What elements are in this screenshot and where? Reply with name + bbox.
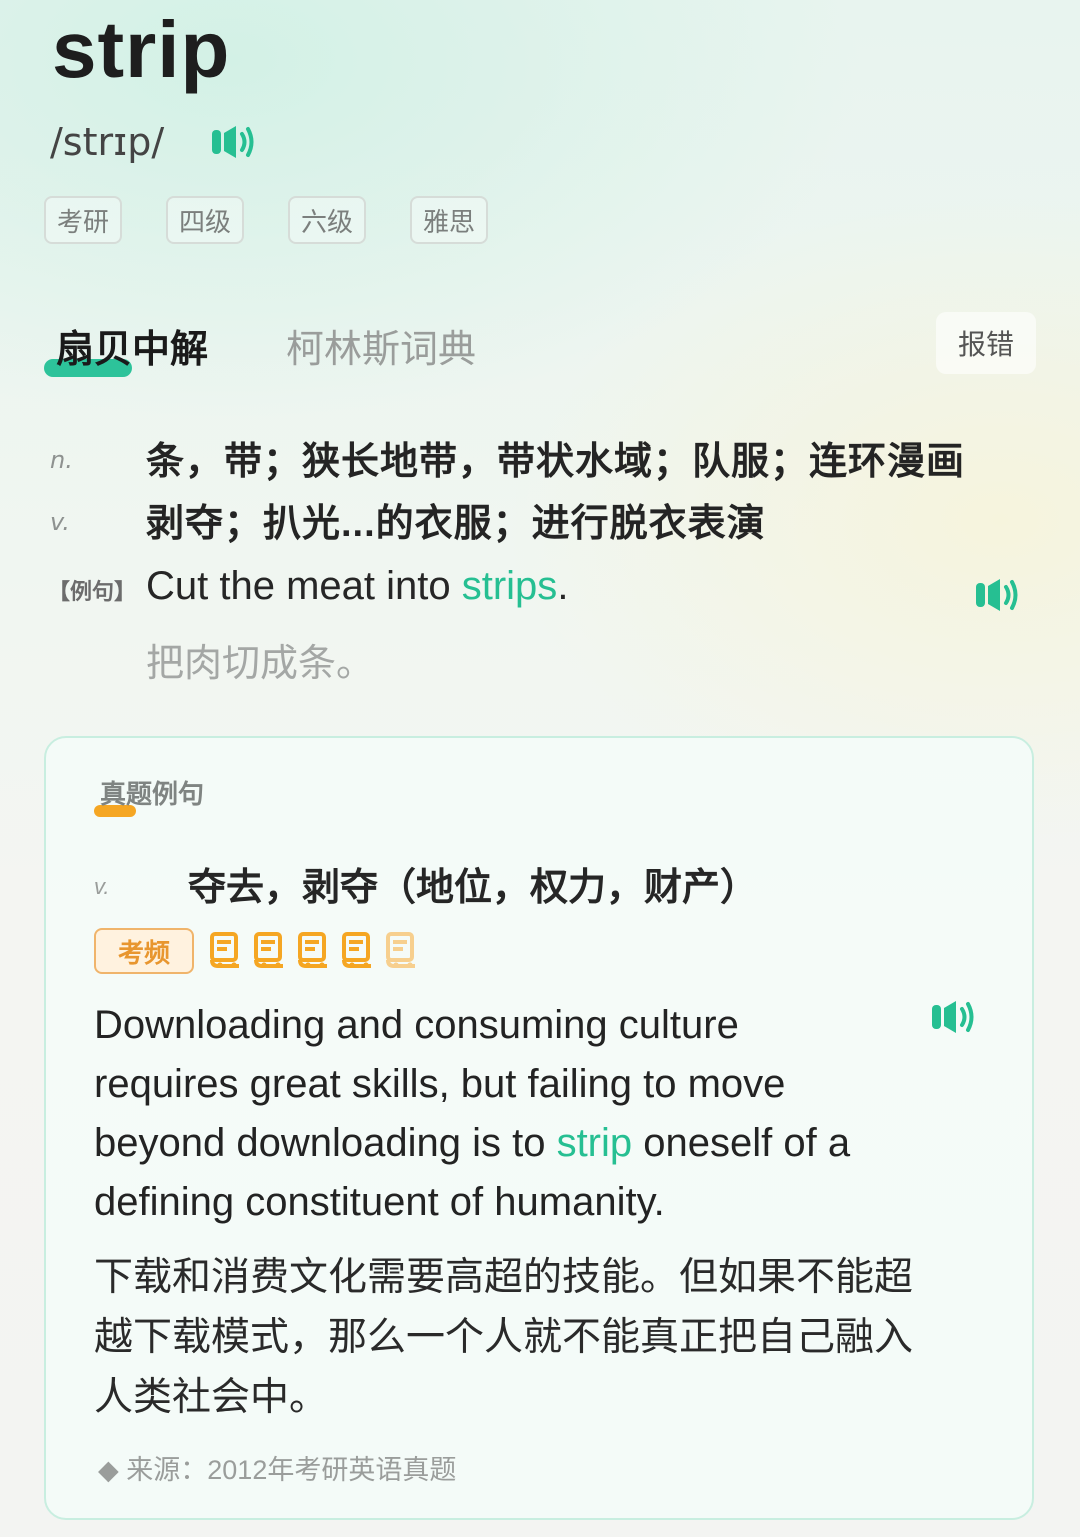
- example-sentence: Cut the meat into strips.: [146, 564, 569, 608]
- frequency-badge: 考频: [94, 928, 194, 974]
- phonetic: /strɪp/: [50, 120, 256, 164]
- dictionary-tabs: 扇贝中解 柯林斯词典: [44, 318, 476, 377]
- speaker-icon[interactable]: [210, 123, 256, 161]
- tab-shanbay[interactable]: 扇贝中解: [44, 318, 208, 377]
- sentence-highlight: strip: [556, 1121, 633, 1165]
- exam-tags: 考研 四级 六级 雅思: [44, 196, 488, 244]
- speaker-icon[interactable]: [930, 998, 976, 1036]
- phonetic-text: /strɪp/: [50, 120, 165, 164]
- book-icon: [342, 932, 373, 973]
- example-translation: 把肉切成条。: [146, 643, 375, 685]
- speaker-icon[interactable]: [974, 576, 1020, 614]
- real-exam-pos: v.: [94, 874, 110, 899]
- book-icon: [254, 932, 285, 973]
- real-exam-definition: 夺去，剥夺（地位，权力，财产）: [188, 867, 759, 909]
- frequency-rating: [210, 932, 417, 973]
- word-title: strip: [52, 5, 231, 94]
- definition-verb: 剥夺；扒光...的衣服；进行脱衣表演: [146, 503, 766, 545]
- real-exam-translation: 下载和消费文化需要高超的技能。但如果不能超越下载模式，那么一个人就不能真正把自己…: [94, 1256, 914, 1419]
- definition-noun: 条，带；狭长地带，带状水域；队服；连环漫画: [146, 441, 966, 483]
- example-highlight: strips: [461, 564, 558, 608]
- tag-ielts[interactable]: 雅思: [410, 196, 488, 244]
- source-line: ◆ 来源：2012年考研英语真题: [98, 1455, 457, 1485]
- tab-collins[interactable]: 柯林斯词典: [286, 318, 476, 373]
- real-exam-title: 真题例句: [94, 774, 204, 817]
- book-icon: [386, 932, 417, 973]
- book-icon: [298, 932, 329, 973]
- tag-cet6[interactable]: 六级: [288, 196, 366, 244]
- pos-noun: n.: [50, 446, 73, 474]
- tag-kaoyan[interactable]: 考研: [44, 196, 122, 244]
- report-button[interactable]: 报错: [936, 312, 1036, 374]
- real-exam-sentence: Downloading and consuming culture requir…: [94, 1003, 851, 1224]
- tag-cet4[interactable]: 四级: [166, 196, 244, 244]
- example-label: 【例句】: [48, 579, 137, 604]
- pos-verb: v.: [50, 508, 70, 536]
- book-icon: [210, 932, 241, 973]
